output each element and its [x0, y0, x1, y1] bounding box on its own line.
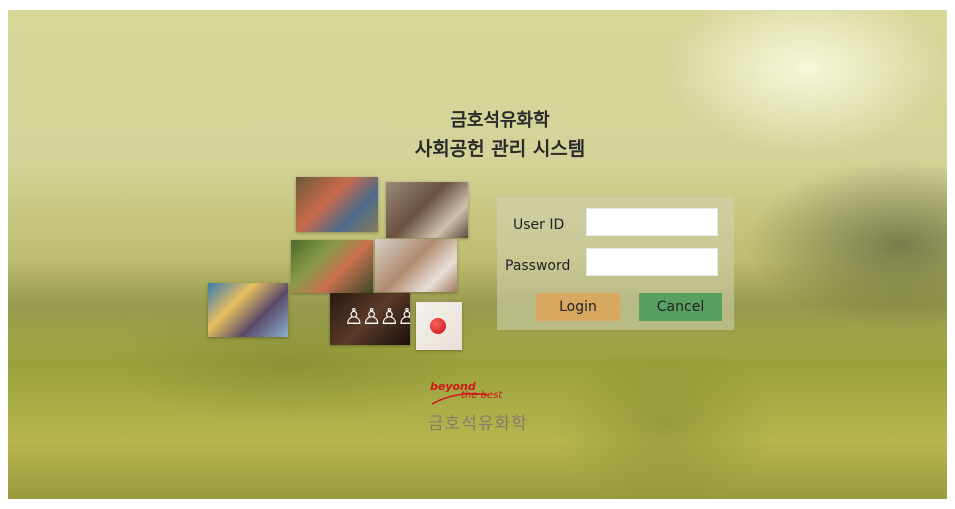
user-id-input[interactable] — [586, 208, 718, 236]
user-id-label: User ID — [513, 217, 565, 233]
cancel-button[interactable]: Cancel — [639, 293, 722, 321]
login-screen: 금호석유화학 사회공헌 관리 시스템 ♙♙♙♙ User ID Password… — [8, 10, 947, 499]
page-title: 금호석유화학 — [450, 110, 550, 131]
collage-photo-planting — [291, 240, 373, 293]
collage-photo-mural — [208, 283, 288, 337]
password-label: Password — [505, 258, 571, 274]
password-input[interactable] — [586, 248, 718, 276]
background-band — [8, 260, 947, 350]
collage-photo-stacked-hands — [386, 182, 468, 238]
collage-photo-holding-hands — [375, 239, 457, 292]
collage-photo-apple — [416, 302, 462, 350]
company-logo: beyond the best 금호석유화학 — [428, 380, 558, 450]
collage-photo-hands-circle — [296, 177, 378, 232]
login-button[interactable]: Login — [536, 293, 620, 321]
logo-tagline-best: the best — [461, 390, 503, 401]
login-panel: User ID Password Login Cancel — [497, 197, 734, 330]
family-silhouette-icon: ♙♙♙♙ — [344, 305, 410, 330]
collage-photo-family: ♙♙♙♙ — [330, 293, 410, 345]
page-subtitle: 사회공헌 관리 시스템 — [414, 138, 586, 160]
red-apple-icon — [430, 318, 446, 334]
logo-company-name: 금호석유화학 — [428, 414, 528, 434]
